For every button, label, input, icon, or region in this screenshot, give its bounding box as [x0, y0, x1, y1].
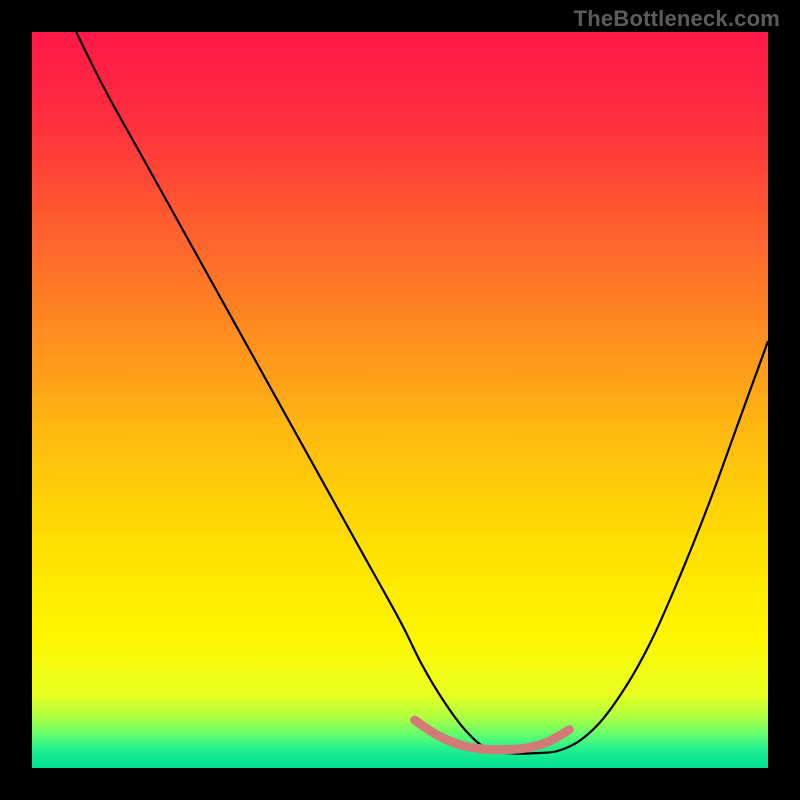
bottleneck-chart [0, 0, 800, 800]
chart-container: { "watermark": "TheBottleneck.com", "plo… [0, 0, 800, 800]
watermark-text: TheBottleneck.com [574, 6, 780, 32]
gradient-background [32, 32, 768, 768]
